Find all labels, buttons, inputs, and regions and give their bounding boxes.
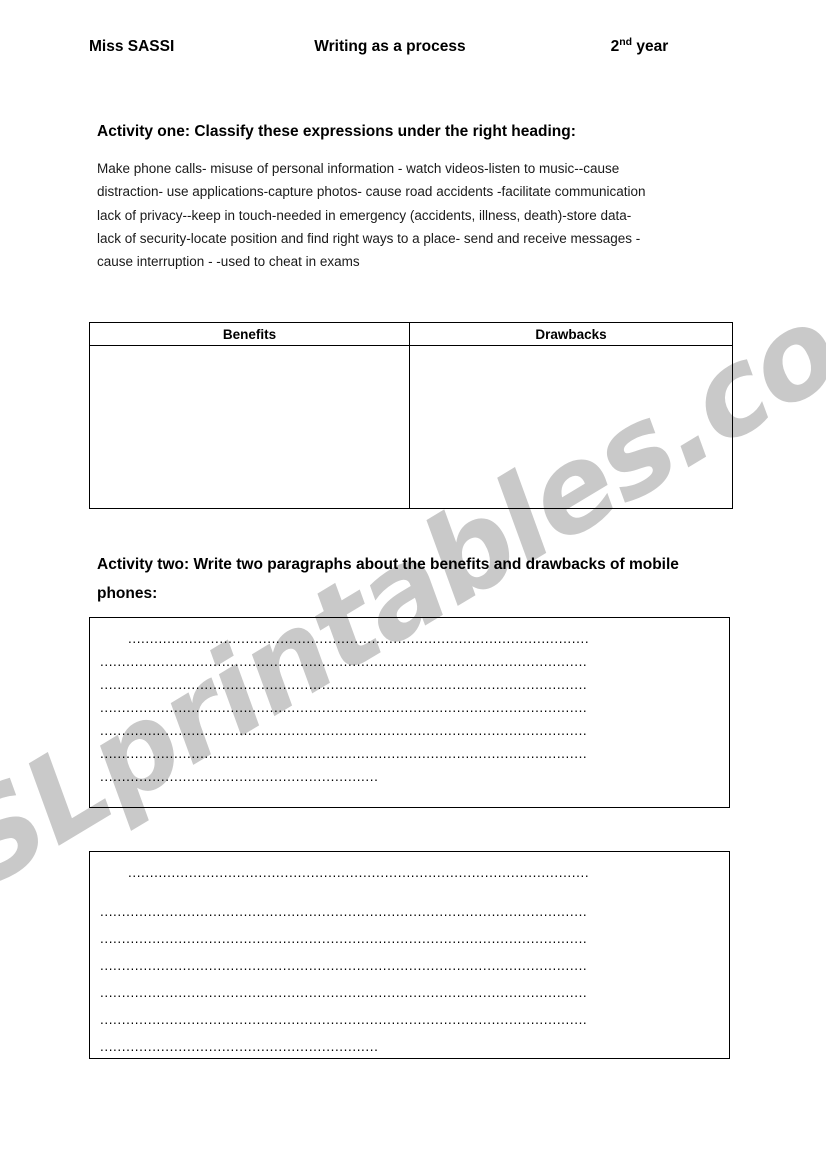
answer-box-paragraph-one[interactable]: ........................................… [89,617,730,808]
worksheet-content: Miss SASSI Writing as a process 2nd year… [0,0,826,1169]
dotted-answer-line[interactable]: ........................................… [100,986,720,1000]
expression-line: lack of privacy--keep in touch-needed in… [97,207,632,223]
year-ordinal-suffix: nd [619,35,633,48]
teacher-name: Miss SASSI [89,38,175,55]
worksheet-title: Writing as a process [314,38,466,55]
dotted-answer-line[interactable]: ........................................… [100,724,720,738]
column-header-drawbacks: Drawbacks [409,322,733,346]
dotted-answer-line[interactable]: ........................................… [100,932,720,946]
expressions-list: Make phone calls- misuse of personal inf… [97,157,733,273]
dotted-answer-line[interactable]: ........................................… [100,905,720,919]
column-header-benefits: Benefits [89,322,410,346]
dotted-answer-line[interactable]: ........................................… [100,959,720,973]
benefits-answer-cell[interactable] [89,345,410,509]
activity-one-heading: Activity one: Classify these expressions… [97,123,576,140]
dotted-answer-line[interactable]: ........................................… [100,747,720,761]
dotted-answer-line[interactable]: ........................................… [100,1013,720,1027]
dotted-answer-line[interactable]: ........................................… [128,632,720,646]
classification-table: Benefits Drawbacks [89,322,733,509]
expression-line: distraction- use applications-capture ph… [97,184,646,200]
page-header: Miss SASSI Writing as a process 2nd year [89,35,730,56]
dotted-answer-line[interactable]: ........................................… [100,1040,392,1054]
dotted-answer-line[interactable]: ........................................… [100,655,720,669]
table-header-row: Benefits Drawbacks [89,322,733,346]
table-row [89,345,733,509]
worksheet-page: ESLprintables.com Miss SASSI Writing as … [0,0,826,1169]
year-number: 2 [610,38,620,55]
year-word: year [636,38,669,55]
dotted-answer-line[interactable]: ........................................… [100,701,720,715]
drawbacks-answer-cell[interactable] [409,345,733,509]
dotted-answer-line[interactable]: ........................................… [100,678,720,692]
expression-line: cause interruption - -used to cheat in e… [97,254,360,270]
class-year: 2nd year [610,35,669,56]
expression-line: lack of security-locate position and fin… [97,230,641,246]
dotted-answer-line[interactable]: ........................................… [128,866,720,880]
answer-box-paragraph-two[interactable]: ........................................… [89,851,730,1059]
expression-line: Make phone calls- misuse of personal inf… [97,161,620,176]
dotted-answer-line[interactable]: ........................................… [100,770,392,784]
activity-two-heading: Activity two: Write two paragraphs about… [97,556,679,602]
